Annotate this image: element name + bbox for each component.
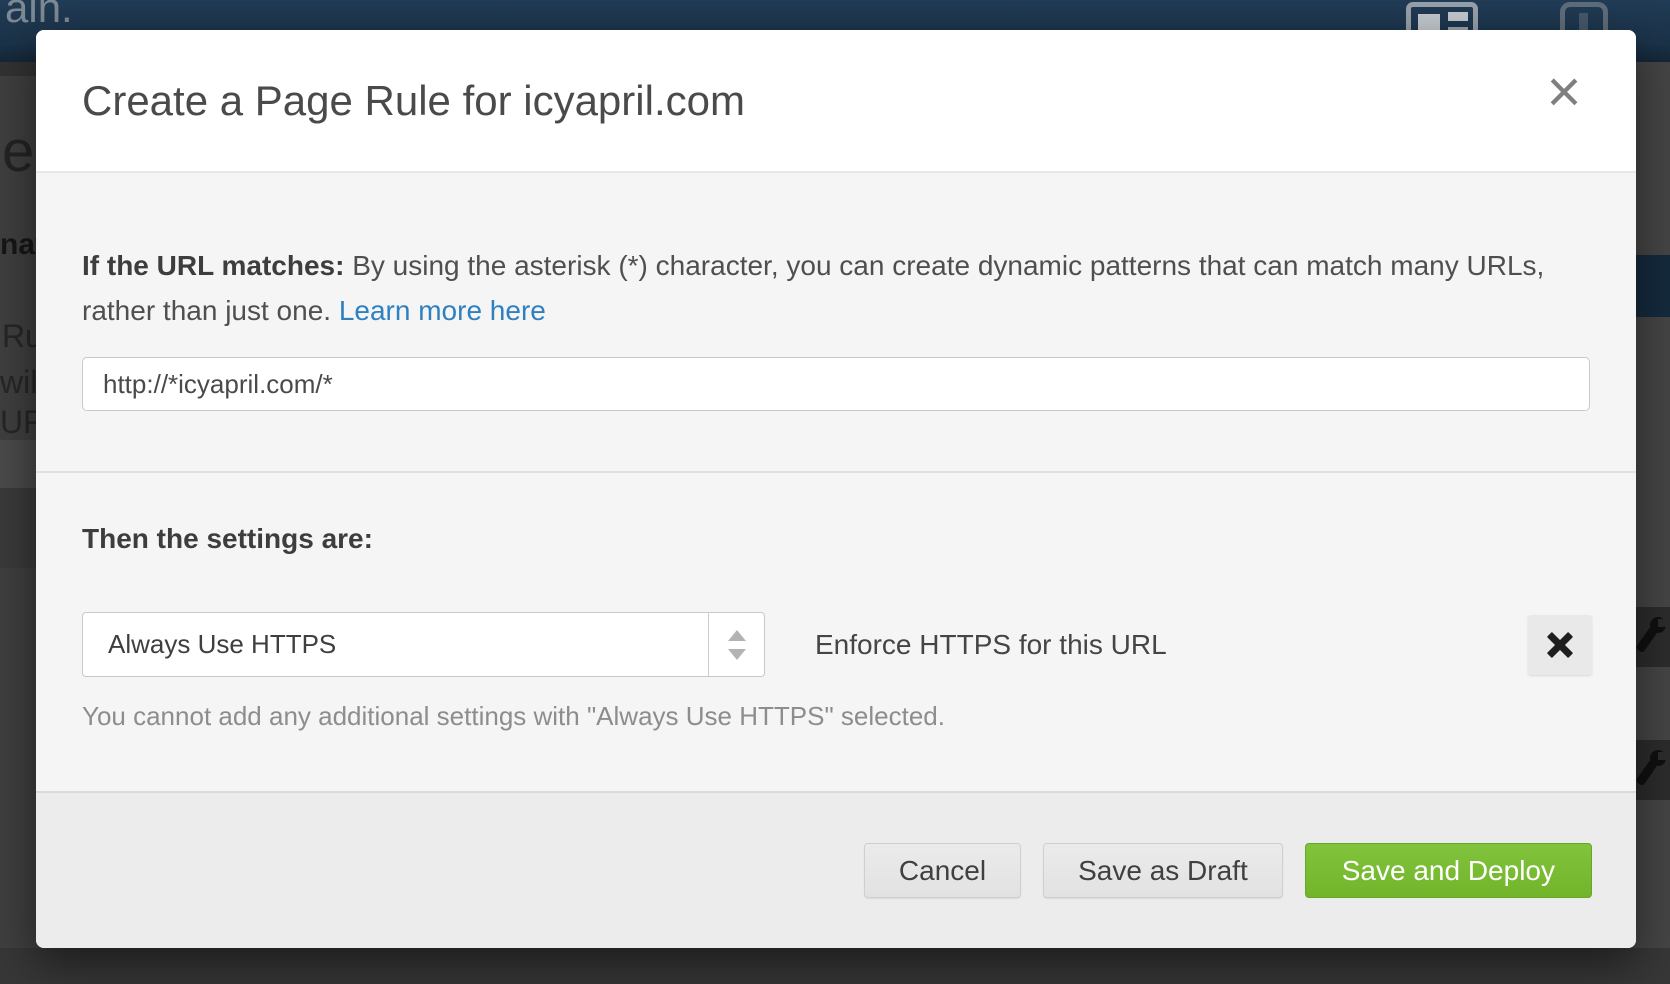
url-pattern-input[interactable]: [82, 357, 1590, 411]
left-band: [0, 62, 36, 76]
wrench-icon: [1638, 750, 1668, 790]
wrench-icon: [1638, 617, 1668, 657]
select-stepper-icon: [708, 613, 764, 676]
section-divider: [36, 471, 1636, 473]
modal-header: Create a Page Rule for icyapril.com ×: [36, 30, 1636, 173]
close-icon[interactable]: ×: [1532, 60, 1596, 124]
left-band: [0, 440, 36, 488]
setting-row: Always Use HTTPS Enforce HTTPS for this …: [82, 612, 1592, 677]
dimmed-wrench-button: [1634, 607, 1670, 667]
setting-select-value: Always Use HTTPS: [83, 629, 336, 660]
url-match-description: If the URL matches: By using the asteris…: [82, 243, 1552, 333]
create-page-rule-modal: Create a Page Rule for icyapril.com × If…: [36, 30, 1636, 948]
left-band: [0, 488, 36, 568]
settings-heading: Then the settings are:: [82, 523, 373, 555]
modal-body: If the URL matches: By using the asteris…: [36, 175, 1636, 791]
page-text-fragment: e: [2, 118, 34, 185]
dimmed-page-left-edge: e nav Ru will UR: [0, 62, 36, 948]
dimmed-page-right-edge: [1634, 62, 1670, 948]
dimmed-page-bottom-edge: [0, 948, 1670, 984]
dimmed-wrench-button: [1634, 740, 1670, 800]
save-as-draft-button[interactable]: Save as Draft: [1043, 843, 1283, 898]
setting-select[interactable]: Always Use HTTPS: [82, 612, 765, 677]
setting-description: Enforce HTTPS for this URL: [815, 629, 1167, 661]
setting-note: You cannot add any additional settings w…: [82, 701, 945, 732]
screen: ain. e nav Ru will UR Create a Page Rule…: [0, 0, 1670, 984]
remove-setting-button[interactable]: [1528, 615, 1592, 675]
modal-title: Create a Page Rule for icyapril.com: [82, 77, 745, 125]
topbar-text-fragment: ain.: [5, 0, 73, 32]
cancel-button[interactable]: Cancel: [864, 843, 1021, 898]
modal-footer: Cancel Save as Draft Save and Deploy: [36, 791, 1636, 948]
save-and-deploy-button[interactable]: Save and Deploy: [1305, 843, 1592, 898]
learn-more-link[interactable]: Learn more here: [339, 295, 546, 326]
url-match-label: If the URL matches:: [82, 250, 344, 281]
